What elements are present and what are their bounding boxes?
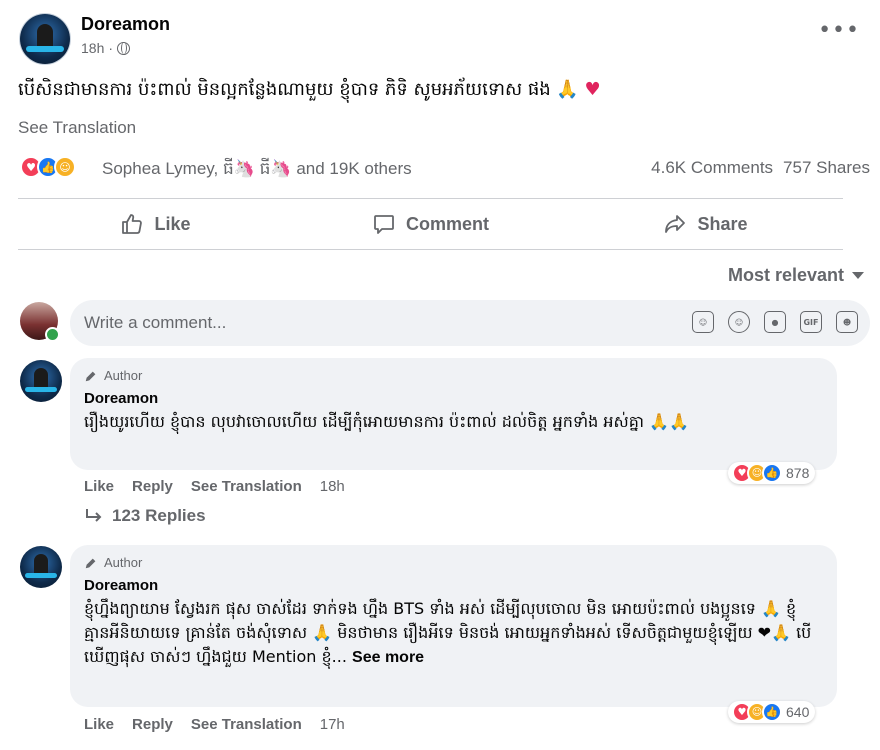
post-text: បើសិនជាមានការ ប៉ះពាល់ មិនល្អកន្លែងណាមួយ … xyxy=(18,76,601,104)
post-time[interactable]: 18h xyxy=(81,40,104,56)
emoji-icon[interactable]: ☺ xyxy=(728,311,750,333)
reaction-count: 878 xyxy=(786,465,810,481)
like-icon: 👍 xyxy=(762,702,782,722)
share-icon xyxy=(665,215,686,233)
reactors-summary[interactable]: Sophea Lymey, ធី🦄 ធី🦄 and 19K others xyxy=(102,158,412,183)
heart-emoji: ♥ xyxy=(584,79,601,100)
avatar-sticker-icon[interactable]: ☺ xyxy=(692,311,714,333)
comment-icon xyxy=(374,215,394,234)
commenter-name[interactable]: Doreamon xyxy=(84,577,158,594)
comment-time[interactable]: 17h xyxy=(320,716,345,733)
more-options-icon[interactable]: ••• xyxy=(818,20,860,42)
post-action-bar: Like Comment Share xyxy=(18,200,843,248)
reaction-icons[interactable]: ♥ 👍 ☺ xyxy=(20,156,76,178)
comment-sort-dropdown[interactable]: Most relevant xyxy=(728,265,864,286)
pen-icon xyxy=(85,371,96,381)
comment-reactions[interactable]: ♥ ☺ 👍 878 xyxy=(728,462,816,484)
shares-count[interactable]: 757 Shares xyxy=(783,158,870,178)
commenter-avatar[interactable] xyxy=(20,546,62,588)
see-translation-link[interactable]: See Translation xyxy=(18,118,136,138)
like-icon: 👍 xyxy=(762,463,782,483)
comment-see-translation[interactable]: See Translation xyxy=(191,716,302,733)
comment-reply-button[interactable]: Reply xyxy=(132,716,173,733)
view-replies-link[interactable]: 123 Replies xyxy=(84,506,206,526)
see-more-link[interactable]: See more xyxy=(352,649,424,666)
chevron-down-icon xyxy=(852,272,864,279)
sort-label: Most relevant xyxy=(727,265,844,285)
comment-see-translation[interactable]: See Translation xyxy=(191,478,302,495)
online-status-dot xyxy=(45,327,60,342)
divider xyxy=(18,249,843,250)
composer-icons: ☺ ☺ ● GIF ☻ xyxy=(692,311,858,333)
comment-like-button[interactable]: Like xyxy=(84,478,114,495)
post-counts: 4.6K Comments 757 Shares xyxy=(651,158,870,178)
comment-reply-button[interactable]: Reply xyxy=(132,478,173,495)
author-badge-label: Author xyxy=(104,368,143,383)
poster-name[interactable]: Doreamon xyxy=(81,14,170,35)
comment-text: ខ្ញុំហ្នឹងព្យាយាម ស្វែងរក ផុស ចាស់ដែរ ទា… xyxy=(84,597,824,670)
comment-bubble: Author Doreamon រឿងយូរហើយ ខ្ញុំបាន លុបវា… xyxy=(70,358,837,470)
thumbs-up-icon xyxy=(122,214,143,234)
commenter-name[interactable]: Doreamon xyxy=(84,390,158,407)
like-button[interactable]: Like xyxy=(18,200,293,248)
comment-body: ខ្ញុំហ្នឹងព្យាយាម ស្វែងរក ផុស ចាស់ដែរ ទា… xyxy=(84,599,812,666)
share-button[interactable]: Share xyxy=(568,200,843,248)
gif-icon[interactable]: GIF xyxy=(800,311,822,333)
divider xyxy=(18,198,843,199)
comment-actions: Like Reply See Translation 18h xyxy=(84,478,345,495)
author-badge: Author xyxy=(84,368,142,383)
comment-button[interactable]: Comment xyxy=(293,200,568,248)
comment-like-button[interactable]: Like xyxy=(84,716,114,733)
author-badge-label: Author xyxy=(104,555,143,570)
comment-time[interactable]: 18h xyxy=(320,478,345,495)
care-icon: ☺ xyxy=(54,156,76,178)
comment-label: Comment xyxy=(405,213,489,234)
globe-icon xyxy=(117,41,131,55)
comments-count[interactable]: 4.6K Comments xyxy=(651,158,773,178)
comment-bubble: Author Doreamon ខ្ញុំហ្នឹងព្យាយាម ស្វែងរ… xyxy=(70,545,837,707)
camera-icon[interactable]: ● xyxy=(764,311,786,333)
replies-label: 123 Replies xyxy=(112,506,206,525)
author-badge: Author xyxy=(84,555,142,570)
comment-actions: Like Reply See Translation 17h xyxy=(84,716,345,733)
reply-arrow-icon xyxy=(86,509,102,522)
comment-placeholder: Write a comment... xyxy=(84,313,227,332)
current-user-avatar[interactable] xyxy=(20,302,60,342)
like-label: Like xyxy=(154,213,191,234)
share-label: Share xyxy=(697,213,748,234)
meta-separator: · xyxy=(108,40,114,56)
post-body: បើសិនជាមានការ ប៉ះពាល់ មិនល្អកន្លែងណាមួយ … xyxy=(18,79,579,100)
commenter-avatar[interactable] xyxy=(20,360,62,402)
comment-text: រឿងយូរហើយ ខ្ញុំបាន លុបវាចោលហើយ ដើម្បីកុំ… xyxy=(84,412,689,431)
post-meta: 18h · xyxy=(81,40,131,56)
comment-reactions[interactable]: ♥ ☺ 👍 640 xyxy=(728,701,816,723)
pen-icon xyxy=(85,558,96,568)
reaction-count: 640 xyxy=(786,704,810,720)
comment-input[interactable]: Write a comment... ☺ ☺ ● GIF ☻ xyxy=(70,300,870,346)
sticker-icon[interactable]: ☻ xyxy=(836,311,858,333)
poster-avatar[interactable] xyxy=(20,14,70,64)
